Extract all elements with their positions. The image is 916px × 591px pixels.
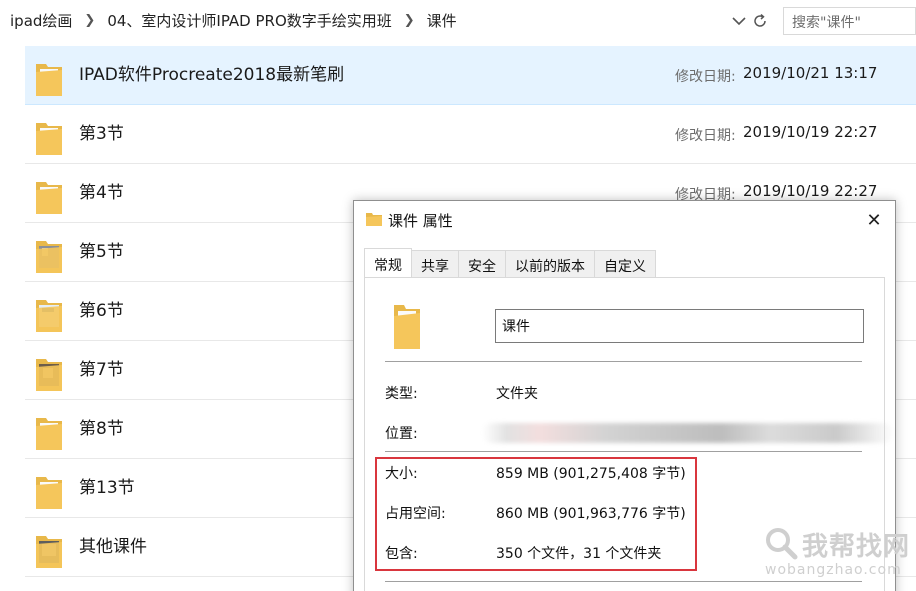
- folder-icon: [36, 359, 62, 391]
- close-icon[interactable]: ✕: [861, 207, 887, 233]
- redacted-location: [482, 423, 894, 443]
- file-name: 其他课件: [79, 537, 147, 557]
- modified-date: 2019/10/19 22:27: [743, 182, 878, 200]
- magnifier-icon: [766, 528, 798, 560]
- file-name: 第6节: [79, 301, 124, 321]
- location-label: 位置:: [385, 426, 418, 442]
- file-name: 第3节: [79, 124, 124, 144]
- breadcrumb-item-ipad[interactable]: ipad绘画: [4, 10, 78, 31]
- type-value: 文件夹: [496, 386, 538, 402]
- date-label: 修改日期:: [675, 69, 736, 85]
- breadcrumb-chevron-icon[interactable]: ❯: [78, 13, 101, 28]
- folder-icon: [36, 477, 62, 509]
- folder-icon: [36, 241, 62, 273]
- file-name: 第7节: [79, 360, 124, 380]
- folder-icon: [36, 418, 62, 450]
- tab-security[interactable]: 安全: [459, 250, 506, 278]
- divider: [385, 361, 862, 362]
- tab-sharing[interactable]: 共享: [412, 250, 459, 278]
- watermark: 我帮找网 wobangzhao.com: [762, 522, 912, 584]
- folder-icon: [36, 182, 62, 214]
- address-bar: ipad绘画 ❯ 04、室内设计师IPAD PRO数字手绘实用班 ❯ 课件 搜索…: [0, 0, 916, 42]
- file-name: 第8节: [79, 419, 124, 439]
- folder-name-input[interactable]: 课件: [495, 309, 864, 343]
- date-label: 修改日期:: [675, 128, 736, 144]
- tab-previous-versions[interactable]: 以前的版本: [506, 250, 595, 278]
- folder-icon: [36, 300, 62, 332]
- annotation-highlight-box: [375, 457, 697, 571]
- watermark-text: 我帮找网: [802, 532, 911, 562]
- divider: [385, 451, 862, 452]
- tab-general[interactable]: 常规: [364, 248, 412, 278]
- breadcrumb-item-current[interactable]: 课件: [421, 10, 463, 31]
- file-row[interactable]: IPAD软件Procreate2018最新笔刷 修改日期: 2019/10/21…: [25, 46, 916, 105]
- breadcrumb-item-course[interactable]: 04、室内设计师IPAD PRO数字手绘实用班: [101, 10, 397, 31]
- tab-customize[interactable]: 自定义: [595, 250, 656, 278]
- type-label: 类型:: [385, 386, 418, 402]
- file-name: 第4节: [79, 183, 124, 203]
- modified-date: 2019/10/19 22:27: [743, 123, 878, 141]
- dialog-title: 课件 属性: [388, 212, 453, 230]
- modified-date: 2019/10/21 13:17: [743, 64, 878, 82]
- breadcrumb: ipad绘画 ❯ 04、室内设计师IPAD PRO数字手绘实用班 ❯ 课件: [4, 6, 774, 34]
- folder-icon: [36, 536, 62, 568]
- folder-icon: [36, 64, 62, 96]
- folder-icon: [394, 305, 420, 349]
- file-name: IPAD软件Procreate2018最新笔刷: [79, 65, 345, 85]
- dialog-titlebar[interactable]: 课件 属性 ✕: [354, 201, 895, 237]
- folder-icon: [366, 213, 382, 226]
- file-name: 第13节: [79, 478, 135, 498]
- folder-icon: [36, 123, 62, 155]
- chevron-down-icon[interactable]: [729, 9, 749, 33]
- file-name: 第5节: [79, 242, 124, 262]
- search-input[interactable]: 搜索"课件": [783, 7, 916, 35]
- watermark-url: wobangzhao.com: [765, 562, 902, 578]
- tab-bar: 常规 共享 安全 以前的版本 自定义: [364, 248, 656, 278]
- refresh-icon[interactable]: [749, 9, 771, 33]
- breadcrumb-chevron-icon[interactable]: ❯: [398, 13, 421, 28]
- file-row[interactable]: 第3节 修改日期: 2019/10/19 22:27: [25, 105, 916, 164]
